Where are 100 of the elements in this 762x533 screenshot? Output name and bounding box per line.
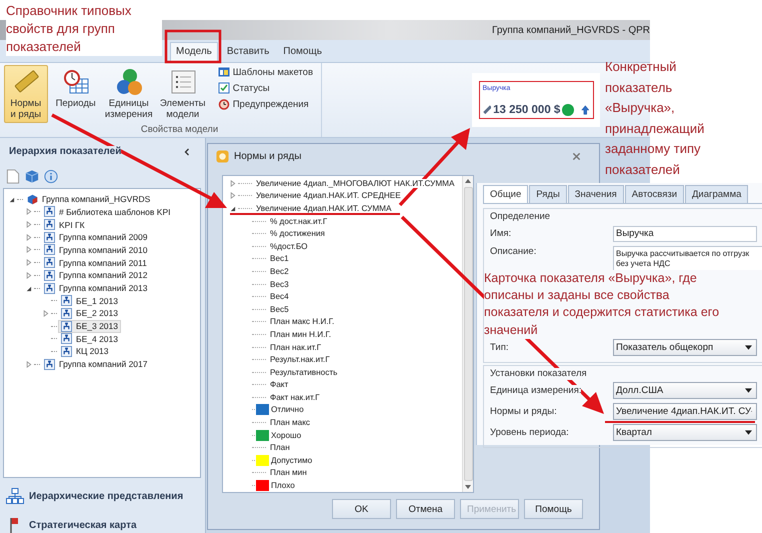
section-legend: Установки показателя (490, 368, 587, 380)
tab[interactable]: Ряды (529, 185, 567, 203)
tree-item[interactable]: Группа компаний 2011 (41, 256, 150, 270)
scroll-up-icon[interactable] (464, 178, 472, 184)
cube-icon (27, 194, 38, 205)
dropdown[interactable]: Увеличение 4диап.НАК.ИТ. СУ (613, 403, 757, 420)
tab[interactable]: Значения (568, 185, 624, 203)
org-chart-icon (44, 206, 55, 218)
expand-arrow-icon[interactable] (25, 234, 32, 241)
list-item[interactable]: План мин (270, 468, 307, 478)
nav-item[interactable]: Стратегическая карта (6, 517, 205, 533)
expand-arrow-icon[interactable] (25, 272, 32, 279)
caret-icon (745, 430, 752, 435)
tree-item[interactable]: Группа компаний 2009 (41, 230, 150, 244)
menu-tab[interactable]: Вставить (222, 43, 274, 62)
tree-item[interactable]: Группа компаний 2013 (41, 282, 150, 295)
list-item[interactable]: Вес5 (270, 304, 289, 314)
cube-icon[interactable] (25, 169, 39, 184)
checklist-icon (218, 82, 230, 94)
list-item[interactable]: Допустимо (271, 456, 312, 465)
expand-arrow-icon[interactable] (25, 360, 32, 368)
dropdown[interactable]: Квартал (613, 424, 757, 441)
tree-item[interactable]: # Библиотека шаблонов KPI (41, 205, 174, 218)
list-item[interactable]: План макс Н.И.Г. (270, 317, 334, 326)
collapse-icon[interactable] (183, 148, 191, 156)
tab[interactable]: Диаграмма (685, 185, 748, 203)
expand-arrow-icon[interactable] (25, 221, 32, 228)
field-label: Единица измерения: (490, 385, 582, 396)
list-item[interactable]: Увеличение 4диап._МНОГОВАЛЮТ НАК.ИТ.СУММА (256, 178, 454, 188)
info-icon[interactable] (44, 169, 58, 184)
tree-item[interactable]: Группа компаний 2012 (41, 268, 150, 282)
tab[interactable]: Общие (483, 185, 528, 203)
tree-item[interactable]: Группа компаний 2010 (41, 243, 150, 256)
list-item[interactable]: План мин Н.И.Г. (270, 330, 332, 339)
dialog-button[interactable]: Отмена (396, 499, 455, 519)
alarm-clock-icon (218, 98, 230, 110)
dropdown[interactable]: Долл.США (613, 382, 757, 399)
expand-arrow-icon[interactable] (25, 259, 32, 266)
type-dropdown[interactable]: Показатель общекорп (613, 339, 757, 356)
list-item[interactable]: %дост.БО (270, 242, 308, 251)
list-item[interactable]: Результативность (270, 368, 338, 377)
ribbon-button[interactable]: Элементы модели (158, 65, 208, 123)
field-label: Описание: (490, 246, 536, 257)
menu-tab[interactable]: Помощь (278, 43, 327, 62)
kpi-value: 13 250 000 $ (493, 104, 560, 116)
expand-arrow-icon[interactable] (229, 180, 236, 187)
list-item[interactable]: План (270, 443, 290, 452)
ribbon-item[interactable]: Шаблоны макетов (216, 65, 315, 79)
list-item[interactable]: Отлично (271, 405, 304, 414)
ribbon-item[interactable]: Статусы (216, 81, 315, 95)
list-icon (168, 68, 197, 96)
list-item[interactable]: План макс (270, 418, 310, 428)
nav-item[interactable]: Иерархические представления (6, 488, 205, 504)
close-icon[interactable] (572, 152, 581, 161)
tree-item[interactable]: БЕ_2 2013 (58, 306, 121, 320)
list-item[interactable]: Факт нак.ит.Г (270, 392, 320, 402)
list-item[interactable]: Хорошо (271, 430, 302, 440)
list-item[interactable]: Вес4 (270, 292, 289, 302)
list-item[interactable]: Увеличение 4диап.НАК.ИТ. СРЕДНЕЕ (256, 191, 401, 200)
scrollbar[interactable] (462, 176, 473, 492)
list-item[interactable]: Вес3 (270, 280, 289, 289)
ribbon-button[interactable]: Периоды (52, 65, 100, 123)
description-field[interactable]: Выручка рассчитывается по отгрузк без учета НДС (613, 246, 762, 270)
ribbon-item[interactable]: Предупреждения (216, 97, 315, 111)
collapse-arrow-icon[interactable] (229, 204, 236, 212)
menu-tab[interactable]: Модель (170, 42, 218, 62)
list-item[interactable]: % достижения (270, 229, 325, 238)
list-item[interactable]: % дост.нак.ит.Г (270, 216, 328, 226)
list-item[interactable]: Факт (270, 380, 288, 390)
tree-item[interactable]: БЕ_4 2013 (58, 332, 121, 346)
new-document-icon[interactable] (6, 169, 20, 184)
collapse-arrow-icon[interactable] (25, 284, 32, 292)
ribbon-button[interactable]: Единицы измерения (104, 65, 154, 123)
name-field[interactable]: Выручка (613, 226, 757, 242)
ribbon-button[interactable]: Нормы и ряды (4, 65, 48, 123)
scroll-down-icon[interactable] (464, 484, 472, 490)
org-chart-icon (44, 282, 55, 294)
org-chart-icon (61, 346, 72, 357)
list-item[interactable]: Результ.нак.ит.Г (270, 355, 330, 364)
org-chart-icon (44, 270, 55, 281)
tree-item[interactable]: БЕ_1 2013 (58, 294, 121, 308)
scroll-thumb[interactable] (464, 187, 472, 481)
tree-item[interactable]: КЦ 2013 (58, 344, 112, 358)
tree-item[interactable]: KPI ГК (41, 218, 88, 232)
tree-item[interactable]: Группа компаний 2017 (41, 358, 150, 371)
list-item[interactable]: Плохо (271, 481, 295, 490)
dialog-button[interactable]: Помощь (524, 499, 583, 519)
tab[interactable]: Автосвязи (624, 185, 684, 203)
dialog-button[interactable]: OK (332, 499, 391, 519)
tree-item[interactable]: БЕ_3 2013 (58, 320, 121, 333)
list-item[interactable]: Вес1 (270, 254, 289, 264)
tree-item[interactable]: Группа компаний_HGVRDS (24, 192, 154, 206)
expand-arrow-icon[interactable] (229, 192, 236, 200)
expand-arrow-icon[interactable] (25, 208, 32, 216)
collapse-arrow-icon[interactable] (8, 196, 15, 203)
expand-arrow-icon[interactable] (42, 310, 49, 317)
list-item[interactable]: Вес2 (270, 266, 289, 276)
expand-arrow-icon[interactable] (25, 246, 32, 254)
list-item[interactable]: Увеличение 4диап.НАК.ИТ. СУММА (256, 204, 392, 213)
list-item[interactable]: План нак.ит.Г (270, 342, 322, 352)
